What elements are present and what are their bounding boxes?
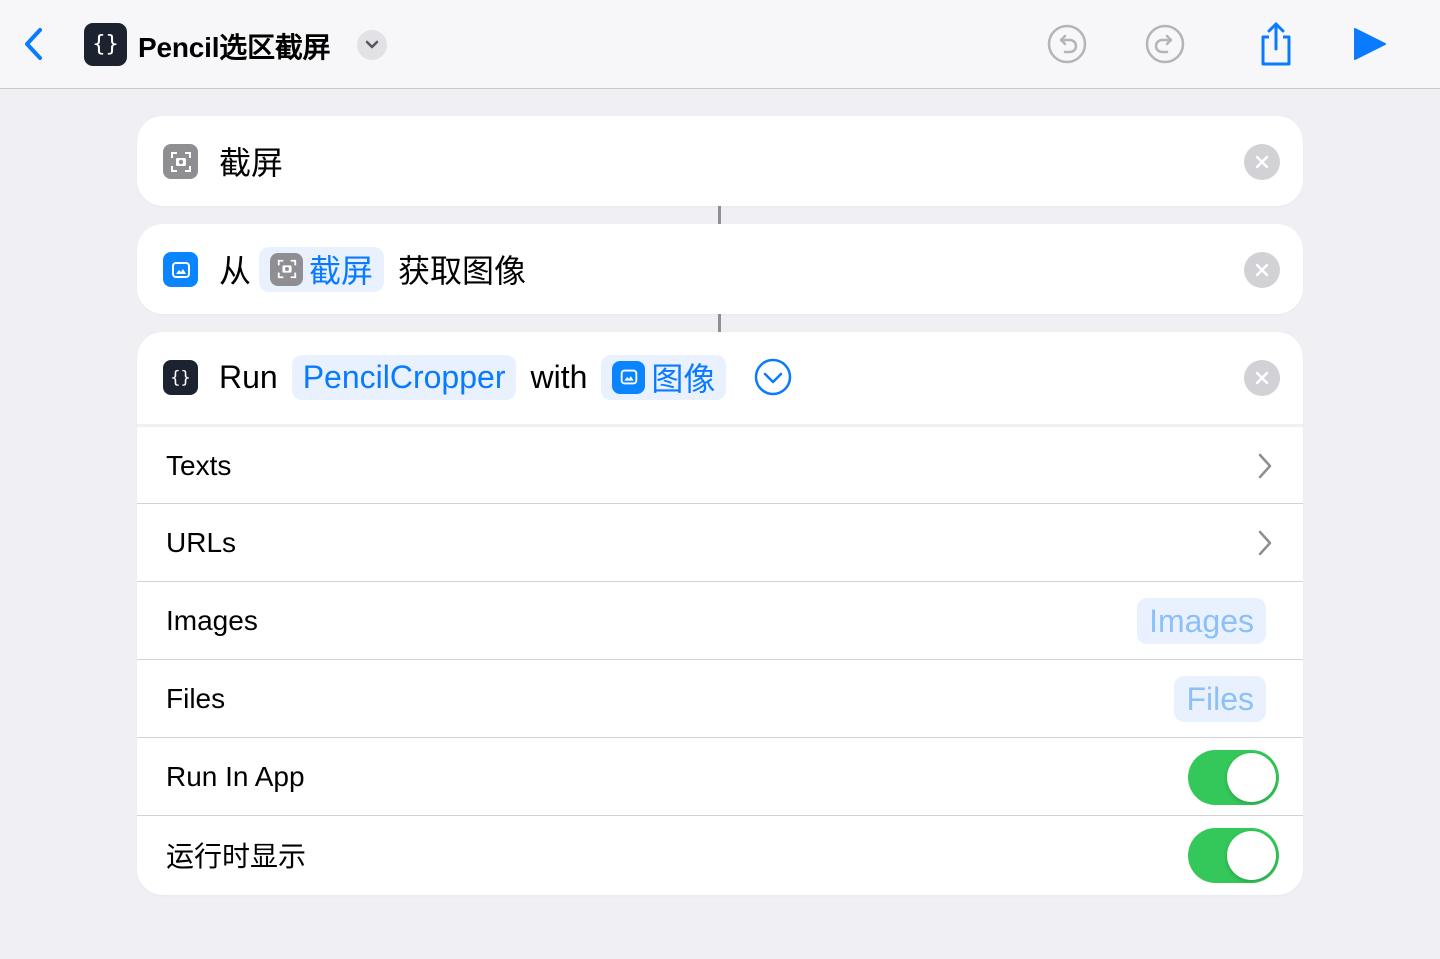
close-icon xyxy=(1255,263,1269,277)
close-icon xyxy=(1255,155,1269,169)
run-in-app-toggle[interactable] xyxy=(1188,750,1279,805)
remove-action-button[interactable] xyxy=(1244,360,1280,396)
action-get-images[interactable]: 从 截屏 获取图像 xyxy=(137,224,1303,314)
token-label: 截屏 xyxy=(309,253,374,289)
screenshot-icon xyxy=(163,144,198,179)
close-icon xyxy=(1255,371,1269,385)
photo-icon xyxy=(163,252,198,287)
action-suffix: 获取图像 xyxy=(398,253,527,289)
token-label: 图像 xyxy=(651,361,716,397)
param-label: Images xyxy=(166,605,258,636)
remove-action-button[interactable] xyxy=(1244,144,1280,180)
action-title: 截屏 xyxy=(219,145,284,181)
toggle-knob xyxy=(1227,831,1276,880)
param-row-urls[interactable]: URLs xyxy=(137,503,1303,581)
param-label: Texts xyxy=(166,450,232,481)
screenshot-variable-token[interactable]: 截屏 xyxy=(259,246,385,292)
toggle-knob xyxy=(1227,753,1276,802)
photo-icon xyxy=(612,360,646,394)
run-script-header: {} Run PencilCropper with 图像 xyxy=(137,332,1303,422)
shortcut-app-icon: {} xyxy=(84,23,127,66)
action-screenshot[interactable]: 截屏 xyxy=(137,116,1303,206)
chevron-right-icon[interactable] xyxy=(1255,451,1275,481)
param-row-texts[interactable]: Texts xyxy=(137,424,1303,502)
files-input[interactable]: Files xyxy=(1174,676,1266,722)
images-input[interactable]: Images xyxy=(1137,598,1266,644)
param-label: Files xyxy=(166,683,226,714)
expand-options-chevron-icon[interactable] xyxy=(754,358,792,396)
show-when-run-toggle[interactable] xyxy=(1188,828,1279,883)
title-menu-chevron-icon[interactable] xyxy=(357,30,387,60)
toolbar: {} Pencil选区截屏 xyxy=(0,0,1440,89)
param-row-show-when-run: 运行时显示 xyxy=(137,815,1303,893)
undo-icon[interactable] xyxy=(1045,22,1089,66)
braces-icon: {} xyxy=(92,32,119,57)
page-title[interactable]: Pencil选区截屏 xyxy=(138,26,331,66)
param-row-files: Files Files xyxy=(137,659,1303,737)
param-row-images: Images Images xyxy=(137,581,1303,659)
play-icon[interactable] xyxy=(1350,22,1394,66)
share-icon[interactable] xyxy=(1254,20,1298,66)
remove-action-button[interactable] xyxy=(1244,252,1280,288)
action-run-script[interactable]: {} Run PencilCropper with 图像 Texts URLs … xyxy=(137,332,1303,895)
run-label: Run xyxy=(219,358,278,395)
image-variable-token[interactable]: 图像 xyxy=(601,354,727,400)
flow-connector xyxy=(718,206,721,224)
screenshot-icon xyxy=(270,252,304,286)
chevron-right-icon[interactable] xyxy=(1255,528,1275,558)
param-label: 运行时显示 xyxy=(166,841,307,872)
param-row-run-in-app: Run In App xyxy=(137,737,1303,815)
with-label: with xyxy=(530,358,588,395)
script-token[interactable]: PencilCropper xyxy=(291,354,517,400)
action-prefix: 从 xyxy=(219,253,252,289)
redo-icon[interactable] xyxy=(1143,22,1187,66)
script-icon: {} xyxy=(163,360,198,395)
param-label: Run In App xyxy=(166,761,305,792)
flow-connector xyxy=(718,314,721,332)
param-label: URLs xyxy=(166,527,237,558)
back-chevron-icon[interactable] xyxy=(18,24,50,64)
